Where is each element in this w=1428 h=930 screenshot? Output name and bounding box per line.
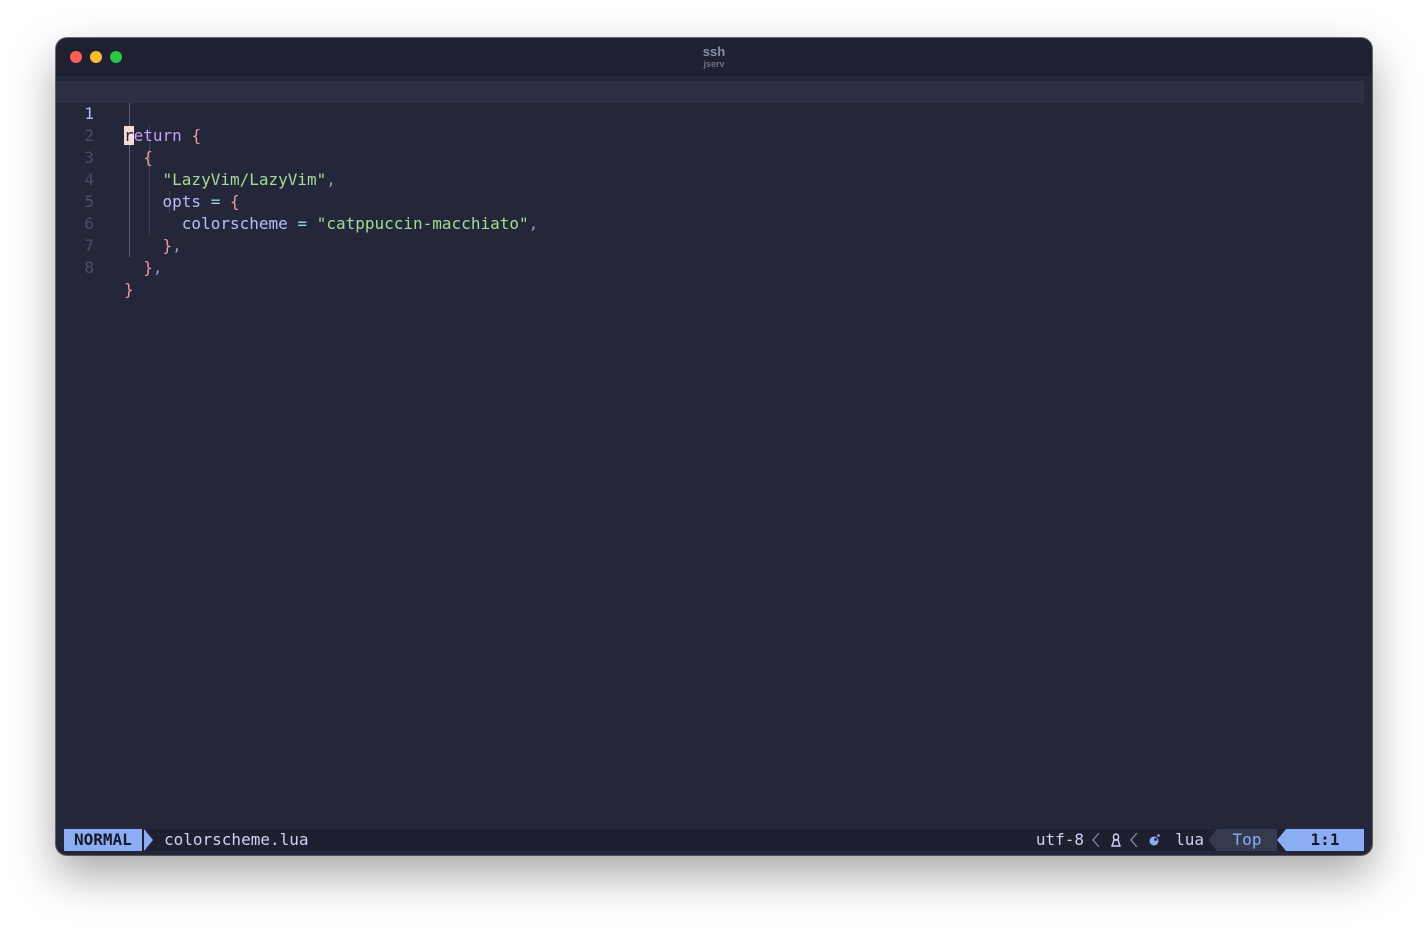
title-bar[interactable]: ssh jserv	[56, 38, 1372, 76]
punctuation-token: ,	[152, 258, 163, 277]
code-line[interactable]: 2 {	[56, 103, 1364, 167]
code-line[interactable]: 5 colorscheme = "catppuccin-macchiato",	[56, 169, 1364, 233]
status-encoding: utf-8	[1035, 830, 1084, 849]
linux-tux-icon	[1111, 833, 1121, 847]
status-location: 1:1	[1286, 829, 1364, 851]
brace-token: }	[124, 280, 134, 299]
code-line[interactable]: 3 "LazyVim/LazyVim",	[56, 125, 1364, 189]
window-title: ssh	[702, 44, 726, 59]
editor-buffer[interactable]: 1 return { 2 { 3 "LazyVim/LazyVim", 4 op…	[56, 81, 1372, 825]
status-progress: Top	[1217, 829, 1277, 851]
thin-separator-icon	[1092, 833, 1100, 847]
code-text: }	[124, 279, 134, 301]
code-line[interactable]: 1 return {	[56, 81, 1364, 145]
thin-separator-icon	[1130, 833, 1138, 847]
mode-separator	[144, 829, 153, 851]
mode-indicator: NORMAL	[64, 829, 142, 851]
status-filetype: lua	[1175, 830, 1204, 849]
lua-moon-icon	[1149, 834, 1160, 846]
line-number: 8	[84, 258, 94, 277]
brace-token: }	[143, 258, 153, 277]
code-line[interactable]: 7 },	[56, 213, 1364, 277]
status-filename[interactable]: colorscheme.lua	[164, 829, 309, 851]
terminal-window: ssh jserv 1 return { 2 { 3 "LazyVim/Lazy…	[56, 38, 1372, 855]
progress-separator	[1208, 829, 1217, 851]
window-subtitle: jserv	[703, 59, 725, 69]
code-line[interactable]: 8 }	[56, 235, 1364, 299]
location-separator	[1277, 829, 1286, 851]
code-line[interactable]: 4 opts = {	[56, 147, 1364, 211]
code-text: },	[124, 257, 163, 279]
code-line[interactable]: 6 },	[56, 191, 1364, 255]
status-line: NORMAL colorscheme.lua utf-8 lua Top 1:1	[64, 829, 1364, 851]
